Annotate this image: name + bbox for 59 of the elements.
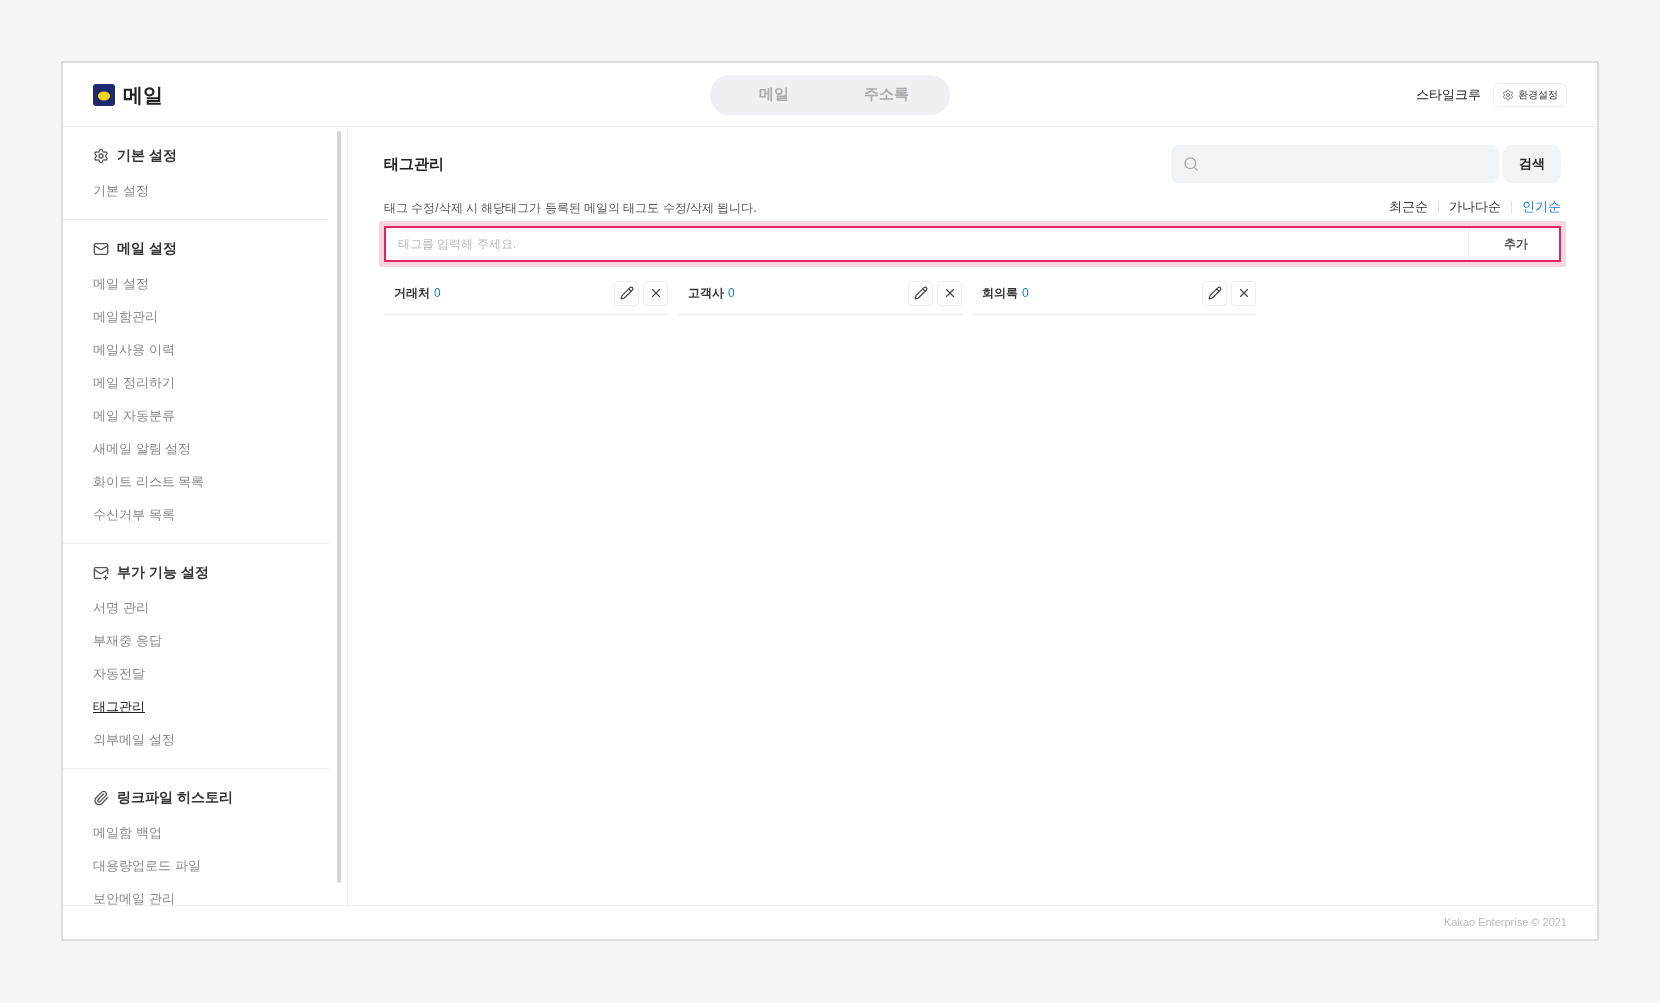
app-title: 메일 xyxy=(123,82,163,108)
search-field[interactable] xyxy=(1171,145,1499,183)
envelope-plus-icon xyxy=(93,564,109,581)
sidebar-link[interactable]: 수신거부 목록 xyxy=(93,504,175,525)
notice-text: 태그 수정/삭제 시 해당태그가 등록된 메일의 태그도 수정/삭제 됩니다. xyxy=(384,199,757,217)
scrollbar[interactable] xyxy=(337,131,341,883)
sidebar-link[interactable]: 메일 설정 xyxy=(93,273,149,294)
tag-name: 회의록 xyxy=(982,285,1018,302)
section-heading: 기본 설정 xyxy=(117,146,177,165)
delete-button[interactable] xyxy=(1231,280,1256,306)
edit-button[interactable] xyxy=(908,280,933,306)
sort-option[interactable]: 인기순 xyxy=(1522,197,1561,217)
sidebar-link[interactable]: 서명 관리 xyxy=(93,597,149,618)
sidebar-link[interactable]: 대용량업로드 파일 xyxy=(93,855,201,876)
section-heading: 링크파일 히스토리 xyxy=(117,788,233,807)
sidebar-link[interactable]: 외부메일 설정 xyxy=(93,729,175,750)
nav-tab[interactable]: 메일 xyxy=(726,78,822,111)
edit-button[interactable] xyxy=(1202,280,1227,306)
tag-count: 0 xyxy=(1022,285,1029,302)
gear-icon xyxy=(93,147,109,164)
tag-name: 고객사 xyxy=(688,285,724,302)
pencil-icon xyxy=(913,286,928,300)
settings-icon xyxy=(1502,88,1514,101)
sort-option[interactable]: 가나다순 xyxy=(1449,197,1501,217)
tag-input-field[interactable]: 태그를 입력해 주세요. 추가 xyxy=(384,225,1561,262)
sidebar-link[interactable]: 자동전달 xyxy=(93,663,145,684)
envelope-icon xyxy=(93,240,109,257)
sidebar-link[interactable]: 메일 자동분류 xyxy=(93,405,175,426)
app-logo-icon xyxy=(93,83,115,106)
sidebar-link[interactable]: 메일함관리 xyxy=(93,306,158,327)
sidebar-link[interactable]: 태그관리 xyxy=(93,696,145,717)
section-heading: 메일 설정 xyxy=(117,239,177,258)
tag-count: 0 xyxy=(728,285,735,302)
tag-count: 0 xyxy=(434,285,441,302)
add-button[interactable]: 추가 xyxy=(1473,229,1559,258)
paperclip-icon xyxy=(93,789,109,806)
search-icon xyxy=(1183,156,1199,172)
edit-button[interactable] xyxy=(614,280,639,306)
tag-name: 거래처 xyxy=(394,285,430,302)
copyright-text: Kakao Enterprise © 2021 xyxy=(1443,915,1567,931)
sidebar-link[interactable]: 메일 정리하기 xyxy=(93,372,175,393)
sidebar-link[interactable]: 메일사용 이력 xyxy=(93,339,175,360)
delete-button[interactable] xyxy=(643,280,668,306)
sidebar-link[interactable]: 새메일 알림 설정 xyxy=(93,438,192,459)
user-name: 스타일크루 xyxy=(1416,85,1481,104)
settings-button[interactable]: 환경설정 xyxy=(1493,82,1567,107)
sidebar-link[interactable]: 부재중 응답 xyxy=(93,630,162,651)
sort-option[interactable]: 최근순 xyxy=(1389,197,1428,217)
delete-button[interactable] xyxy=(937,280,962,306)
sidebar-link[interactable]: 보안메일 관리 xyxy=(93,888,175,905)
sidebar-link[interactable]: 메일함 백업 xyxy=(93,822,162,843)
search-button[interactable]: 검색 xyxy=(1503,145,1561,183)
pencil-icon xyxy=(619,286,634,300)
nav-tab[interactable]: 주소록 xyxy=(838,78,934,111)
page-title: 태그관리 xyxy=(384,153,444,174)
sidebar-link[interactable]: 기본 설정 xyxy=(93,180,149,201)
pencil-icon xyxy=(1207,286,1222,300)
section-heading: 부가 기능 설정 xyxy=(117,563,209,582)
sidebar-link[interactable]: 화이트 리스트 목록 xyxy=(93,471,205,492)
